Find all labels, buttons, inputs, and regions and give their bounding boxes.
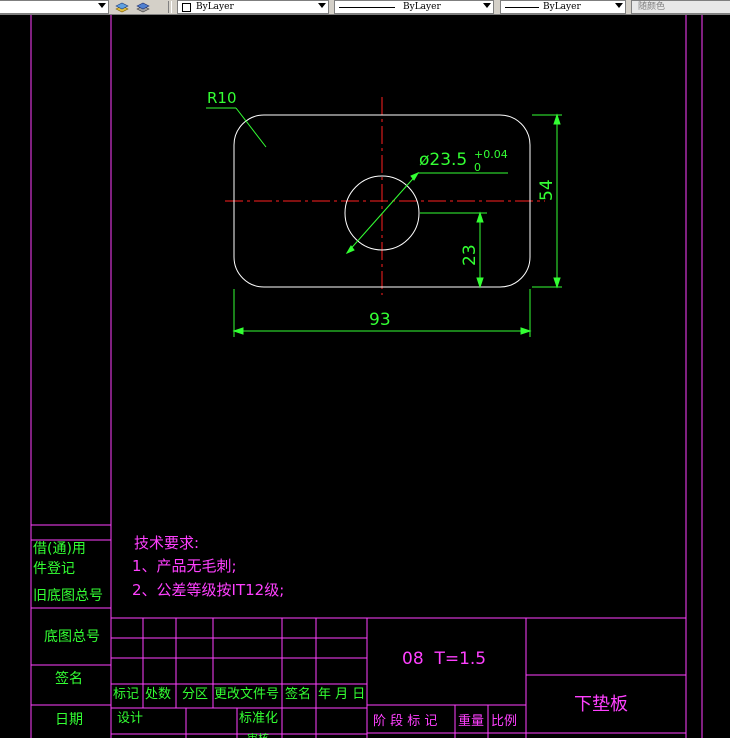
- chevron-down-icon: [483, 3, 491, 8]
- color-control-value: ByLayer: [196, 2, 234, 12]
- side-label-date: 日期: [55, 712, 83, 728]
- drawing-canvas[interactable]: R10 ø23.5 +0.04 0 54 23 93 技术要求: 1、产品无毛刺…: [0, 15, 730, 748]
- lineweight-control-dropdown[interactable]: ByLayer: [500, 0, 626, 14]
- plot-style-dropdown[interactable]: 随颜色: [631, 0, 730, 14]
- scale-label: 比例: [491, 714, 518, 729]
- linetype-control-dropdown[interactable]: ByLayer: [334, 0, 494, 14]
- part-name-text[interactable]: 下垫板: [574, 696, 628, 714]
- command-line-strip[interactable]: [0, 738, 730, 748]
- plot-style-value: 随颜色: [638, 2, 666, 12]
- title-design-label: 设计: [117, 711, 144, 726]
- properties-toolbar: ByLayer ByLayer ByLayer 随颜色: [0, 0, 730, 15]
- title-header-mark: 标记: [113, 687, 140, 702]
- linetype-control-value: ByLayer: [403, 2, 441, 12]
- title-header-date: 年 月 日: [318, 687, 366, 702]
- notes-item-1[interactable]: 1、产品无毛刺;: [132, 559, 237, 574]
- width-dimension-text[interactable]: 93: [369, 312, 391, 329]
- title-header-count: 处数: [145, 687, 172, 702]
- side-label-old-drawing-no: 旧底图总号: [33, 588, 103, 604]
- title-header-zone: 分区: [182, 687, 209, 702]
- title-standard-label: 标准化: [239, 711, 279, 726]
- title-header-sign: 签名: [285, 687, 312, 702]
- dimension-lines: [206, 107, 562, 337]
- side-label-register: 件登记: [33, 561, 75, 577]
- chevron-down-icon: [615, 3, 623, 8]
- side-label-borrow: 借(通)用: [33, 541, 86, 557]
- side-label-signature: 签名: [55, 671, 83, 687]
- layer-states-icon[interactable]: [115, 1, 129, 13]
- layer-dropdown-tail[interactable]: [0, 0, 109, 14]
- diameter-dimension-text[interactable]: ø23.5: [419, 152, 467, 169]
- centerlines: [225, 97, 545, 295]
- stage-mark-label: 阶 段 标 记: [373, 714, 438, 729]
- notes-title[interactable]: 技术要求:: [134, 536, 199, 551]
- hole-offset-dimension-text[interactable]: 23: [460, 244, 480, 266]
- diameter-lower-tolerance[interactable]: 0: [474, 162, 481, 173]
- chevron-down-icon: [98, 3, 106, 8]
- diameter-upper-tolerance[interactable]: +0.04: [474, 149, 508, 160]
- material-thickness-text[interactable]: 08 T=1.5: [402, 651, 486, 668]
- height-dimension-text[interactable]: 54: [537, 179, 557, 201]
- radius-dimension-text[interactable]: R10: [207, 91, 237, 106]
- color-swatch: [182, 3, 191, 12]
- color-control-dropdown[interactable]: ByLayer: [177, 0, 329, 14]
- weight-label: 重量: [458, 714, 485, 729]
- lineweight-preview: [505, 7, 539, 8]
- title-header-change-doc: 更改文件号: [214, 687, 280, 702]
- layer-previous-icon[interactable]: [136, 1, 150, 13]
- linetype-preview: [339, 7, 395, 8]
- toolbar-separator: [168, 1, 172, 13]
- drawing-frame: [30, 15, 703, 748]
- lineweight-control-value: ByLayer: [543, 2, 581, 12]
- notes-item-2[interactable]: 2、公差等级按IT12级;: [132, 583, 284, 598]
- chevron-down-icon: [318, 3, 326, 8]
- drawing-svg: [30, 15, 703, 748]
- side-label-drawing-no: 底图总号: [44, 629, 100, 645]
